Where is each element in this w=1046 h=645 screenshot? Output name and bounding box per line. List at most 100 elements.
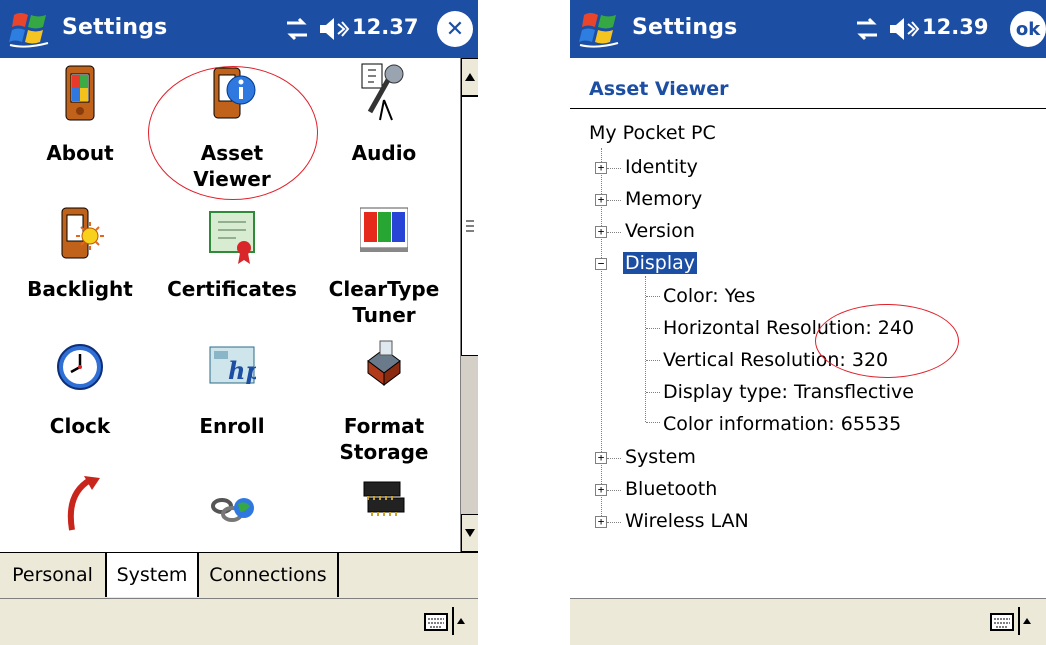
page-title: Asset Viewer: [589, 78, 729, 100]
scroll-up-button[interactable]: [461, 58, 478, 96]
tree-line: [646, 392, 660, 393]
audio-item[interactable]: Audio: [309, 58, 459, 198]
display-color-information[interactable]: Color information: 65535: [663, 413, 901, 435]
expand-icon[interactable]: +: [595, 194, 607, 206]
expand-icon[interactable]: +: [595, 484, 607, 496]
backlight-label: Backlight: [27, 277, 133, 301]
volume-icon[interactable]: [888, 16, 920, 42]
keyboard-icon[interactable]: [424, 613, 448, 631]
windows-start-icon[interactable]: [578, 9, 622, 49]
tree-node-wireless-lan[interactable]: Wireless LAN: [625, 510, 749, 532]
scroll-grip-icon: [466, 220, 474, 232]
tree-line: [607, 458, 621, 459]
clock-time[interactable]: 12.39: [922, 15, 988, 39]
about-item[interactable]: About: [5, 58, 155, 198]
scroll-down-button[interactable]: [461, 514, 478, 552]
tree-line: [645, 276, 646, 422]
annotation-circle-resolution: [815, 304, 959, 378]
leap-item[interactable]: [157, 468, 307, 552]
title-bar: Settings 12.37 ✕: [0, 0, 478, 58]
expand-icon[interactable]: +: [595, 162, 607, 174]
tree-line: [646, 360, 660, 361]
tree-line: [607, 232, 621, 233]
tree-line: [646, 422, 660, 423]
tree-line: [646, 296, 660, 297]
annotation-circle-asset-viewer: [148, 66, 318, 200]
scroll-down-arrow-icon: [465, 529, 475, 537]
tree-line: [607, 522, 621, 523]
left-settings-screen: Settings 12.37 ✕ About Asset Viewer Audi…: [0, 0, 478, 645]
app-title: Settings: [62, 15, 168, 40]
about-icon: [65, 65, 95, 121]
tree-node-version[interactable]: Version: [625, 220, 695, 242]
about-label: About: [46, 141, 114, 165]
chain-globe-icon: [211, 498, 254, 522]
memory-chip-icon: [363, 481, 405, 516]
expand-icon[interactable]: +: [595, 452, 607, 464]
clock-label: Clock: [49, 414, 111, 438]
clock-time[interactable]: 12.37: [352, 15, 418, 39]
command-bar: [0, 598, 478, 645]
connectivity-icon[interactable]: [853, 17, 881, 41]
tab-system[interactable]: System: [107, 553, 199, 597]
tree-line: [646, 328, 660, 329]
tree-node-memory[interactable]: Memory: [625, 188, 702, 210]
scroll-thumb[interactable]: [461, 96, 478, 356]
tab-strip: Personal System Connections: [0, 552, 478, 598]
cleartype-label-line1: ClearType: [328, 277, 440, 301]
cleartype-tuner-item[interactable]: ClearType Tuner: [309, 198, 459, 333]
tree-node-bluetooth[interactable]: Bluetooth: [625, 478, 717, 500]
page-header: Asset Viewer: [570, 58, 1046, 109]
itask-item[interactable]: [5, 468, 155, 552]
settings-icon-grid: About Asset Viewer Audio Backlight Certi…: [0, 58, 460, 552]
format-storage-label-line2: Storage: [339, 440, 429, 464]
certificate-icon: [209, 211, 255, 264]
cleartype-icon: [360, 207, 408, 252]
format-storage-icon: [367, 340, 401, 386]
tree-line: [607, 168, 621, 169]
clock-icon: [57, 344, 103, 390]
tab-connections[interactable]: Connections: [199, 553, 339, 597]
windows-start-icon[interactable]: [8, 9, 52, 49]
enroll-label: Enroll: [199, 414, 265, 438]
backlight-item[interactable]: Backlight: [5, 198, 155, 333]
app-title: Settings: [632, 15, 738, 40]
microphone-icon: [361, 63, 404, 121]
tree-node-identity[interactable]: Identity: [625, 156, 698, 178]
audio-label: Audio: [351, 141, 417, 165]
tree-node-display[interactable]: Display: [623, 252, 698, 274]
certificates-label: Certificates: [167, 277, 297, 301]
input-menu-arrow-icon[interactable]: [452, 607, 468, 635]
svg-text:hp: hp: [228, 356, 256, 385]
right-asset-viewer-screen: Settings 12.39 ok Asset Viewer My Pocket…: [570, 0, 1046, 645]
format-storage-item[interactable]: Format Storage: [309, 333, 459, 468]
display-type[interactable]: Display type: Transflective: [663, 381, 914, 403]
command-bar: [570, 598, 1046, 645]
cleartype-label-line2: Tuner: [352, 303, 416, 327]
tab-personal[interactable]: Personal: [0, 553, 107, 597]
volume-icon[interactable]: [318, 16, 350, 42]
input-menu-arrow-icon[interactable]: [1018, 607, 1034, 635]
backlight-icon: [61, 207, 104, 259]
tree-root[interactable]: My Pocket PC: [589, 122, 716, 144]
expand-icon[interactable]: +: [595, 226, 607, 238]
expand-icon[interactable]: +: [595, 516, 607, 528]
scroll-up-arrow-icon: [465, 73, 475, 81]
certificates-item[interactable]: Certificates: [157, 198, 307, 333]
tree-node-system[interactable]: System: [625, 446, 696, 468]
enroll-item[interactable]: hp Enroll: [157, 333, 307, 468]
ok-button[interactable]: ok: [1010, 11, 1046, 47]
title-bar: Settings 12.39 ok: [570, 0, 1046, 58]
collapse-icon[interactable]: −: [595, 258, 607, 270]
close-button[interactable]: ✕: [437, 11, 473, 47]
connectivity-icon[interactable]: [283, 17, 311, 41]
format-storage-label-line1: Format: [343, 414, 425, 438]
tree-line: [607, 200, 621, 201]
display-color[interactable]: Color: Yes: [663, 285, 755, 307]
memory-item[interactable]: [309, 468, 459, 552]
clock-item[interactable]: Clock: [5, 333, 155, 468]
arrow-swoosh-icon: [67, 476, 100, 531]
enroll-hp-icon: hp: [209, 346, 256, 385]
keyboard-icon[interactable]: [990, 613, 1014, 631]
vertical-scrollbar[interactable]: [460, 58, 478, 552]
